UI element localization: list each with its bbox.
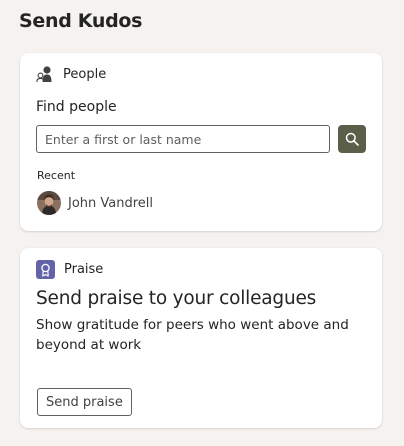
praise-card-header: Praise [36, 260, 103, 279]
search-button[interactable] [338, 125, 366, 153]
people-card-title: People [63, 66, 107, 82]
page-title: Send Kudos [19, 10, 143, 32]
recent-person-item[interactable]: John Vandrell [37, 191, 153, 215]
people-card-header: People [36, 65, 106, 83]
send-praise-button[interactable]: Send praise [37, 388, 132, 416]
avatar [37, 191, 61, 215]
search-input[interactable] [36, 125, 330, 153]
praise-heading: Send praise to your colleagues [36, 288, 317, 309]
praise-card: Praise Send praise to your colleagues Sh… [20, 248, 382, 428]
praise-card-title: Praise [64, 262, 104, 277]
search-icon [345, 132, 359, 146]
recent-person-name: John Vandrell [68, 195, 154, 211]
people-icon [36, 66, 52, 83]
praise-description: Show gratitude for peers who went above … [36, 317, 349, 353]
find-people-label: Find people [36, 99, 117, 115]
badge-icon [36, 260, 55, 279]
people-card: People Find people Recent John Vandrell [20, 53, 382, 231]
recent-label: Recent [37, 169, 76, 182]
